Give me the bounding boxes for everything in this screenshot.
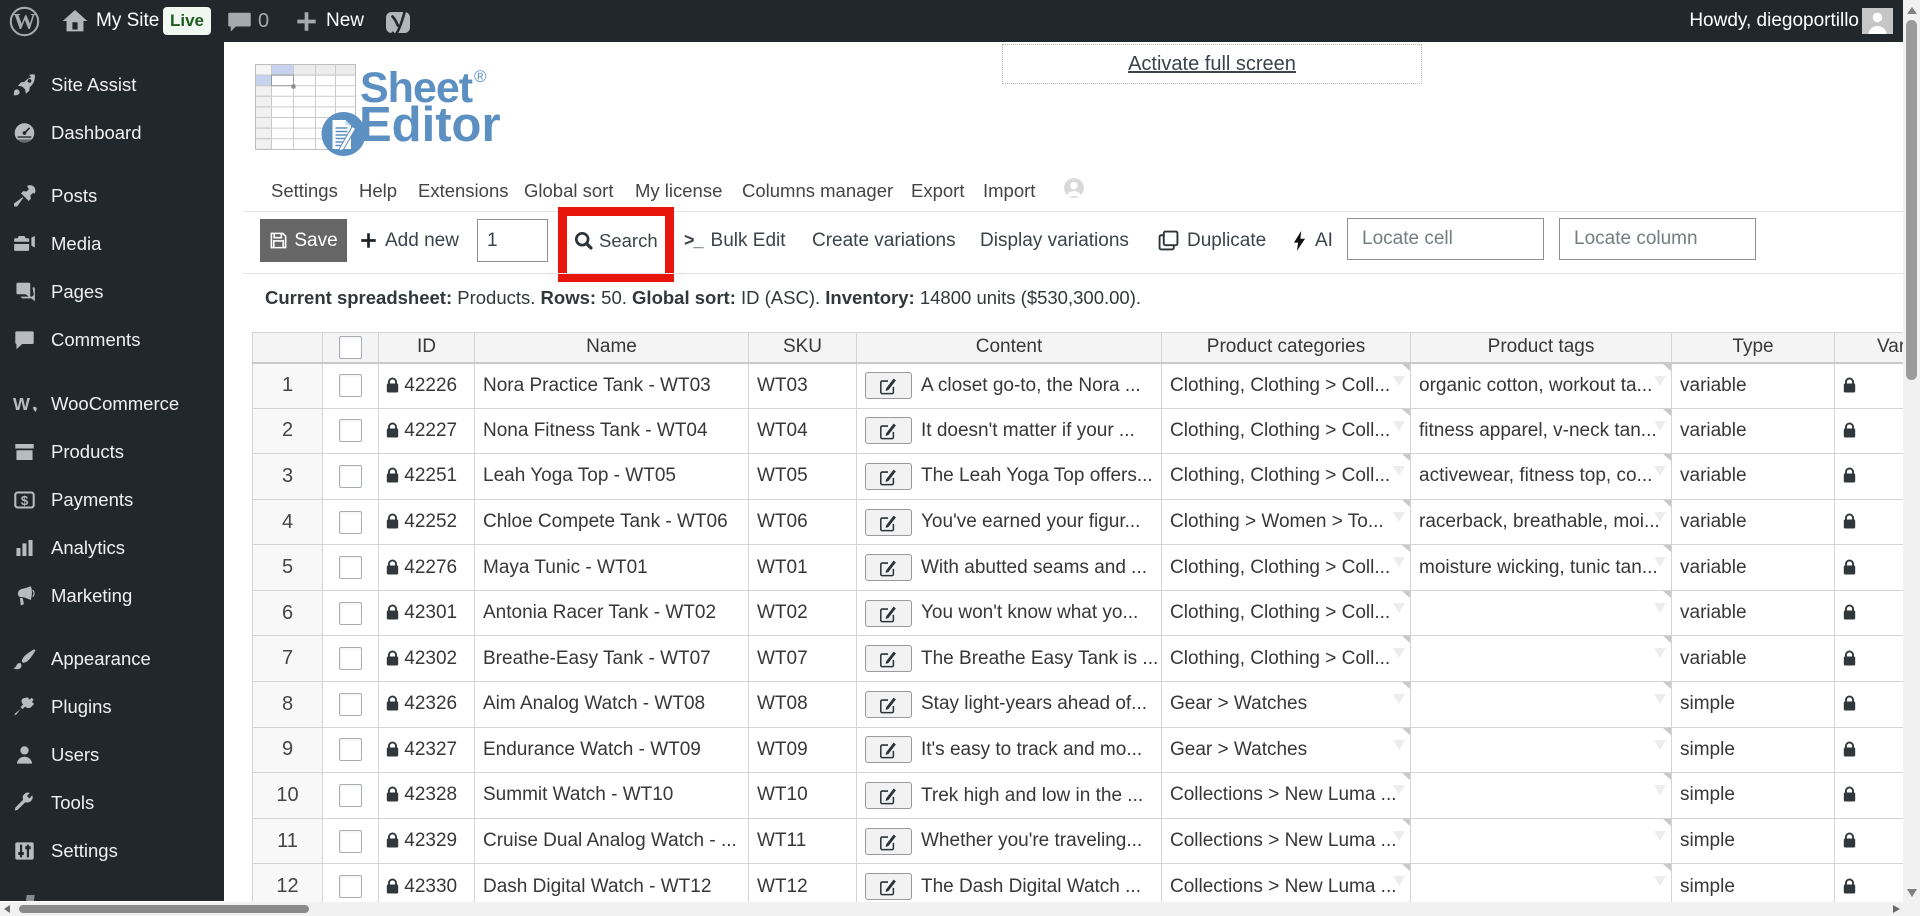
svg-text:W: W (13, 394, 30, 414)
svg-text:Editor: Editor (359, 98, 501, 152)
svg-text:®: ® (474, 67, 487, 86)
svg-text:W: W (13, 8, 36, 33)
svg-text:$: $ (21, 493, 29, 508)
